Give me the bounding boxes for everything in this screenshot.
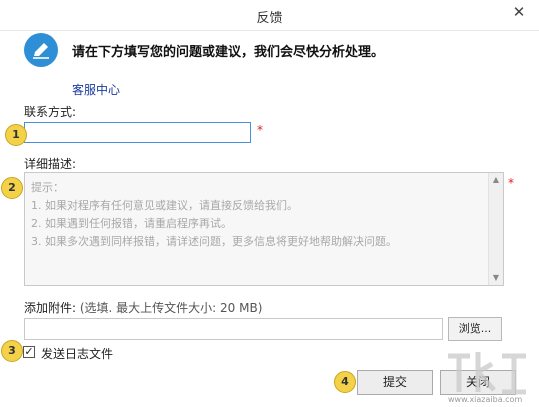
placeholder-line: 3. 如果多次遇到同样报错，请详述问题，更多信息将更好地帮助解决问题。: [31, 235, 397, 248]
description-required-mark: *: [508, 176, 514, 190]
title-bar: 反馈 ✕: [0, 0, 539, 31]
service-center-link[interactable]: 客服中心: [72, 81, 120, 98]
placeholder-line: 提示：: [31, 181, 64, 194]
attachment-label-row: 添加附件: (选填. 最大上传文件大小: 20 MB): [24, 299, 262, 316]
window-title: 反馈: [256, 11, 283, 26]
attachment-label: 添加附件:: [24, 301, 77, 315]
contact-required-mark: *: [257, 123, 263, 137]
attachment-hint: (选填. 最大上传文件大小: 20 MB): [79, 301, 263, 315]
edit-pencil-icon: [24, 33, 58, 67]
watermark-logo: [442, 342, 532, 402]
placeholder-line: 2. 如果遇到任何报错，请重启程序再试。: [31, 217, 232, 230]
watermark-url: www.xiazaiba.com: [448, 395, 523, 404]
contact-input[interactable]: [24, 122, 251, 143]
callout-marker: 4: [334, 371, 356, 393]
callout-marker: 1: [5, 124, 27, 146]
placeholder-line: 1. 如果对程序有任何意见或建议，请直接反馈给我们。: [31, 199, 298, 212]
description-scrollbar[interactable]: ▲ ▼: [488, 173, 503, 285]
contact-label: 联系方式:: [24, 105, 77, 119]
close-icon[interactable]: ✕: [505, 2, 533, 24]
browse-button[interactable]: 浏览...: [448, 317, 502, 341]
header-instruction: 请在下方填写您的问题或建议，我们会尽快分析处理。: [72, 45, 385, 60]
callout-marker: 2: [1, 177, 23, 199]
scroll-down-icon[interactable]: ▼: [489, 272, 503, 284]
callout-marker: 3: [1, 340, 23, 362]
submit-button[interactable]: 提交: [357, 370, 433, 395]
description-textarea[interactable]: 提示： 1. 如果对程序有任何意见或建议，请直接反馈给我们。 2. 如果遇到任何…: [24, 172, 504, 286]
scroll-up-icon[interactable]: ▲: [489, 174, 503, 186]
description-placeholder: 提示： 1. 如果对程序有任何意见或建议，请直接反馈给我们。 2. 如果遇到任何…: [31, 179, 397, 251]
send-log-label: 发送日志文件: [41, 347, 114, 361]
send-log-checkbox[interactable]: ✓: [23, 346, 35, 358]
attachment-path-input[interactable]: [24, 318, 443, 340]
description-label: 详细描述:: [24, 157, 77, 171]
